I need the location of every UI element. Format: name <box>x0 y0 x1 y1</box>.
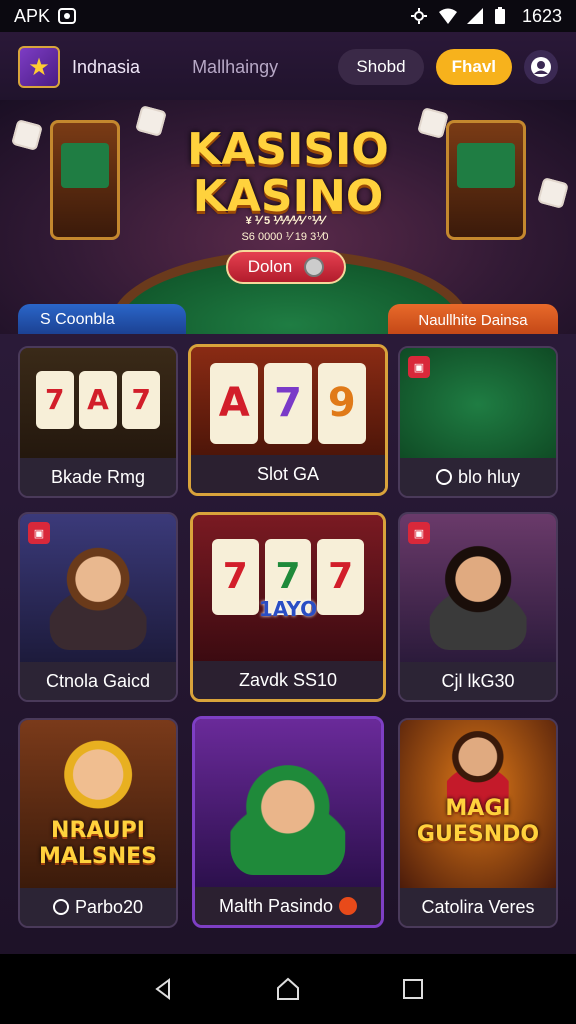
game-card-label: Malth Pasindo <box>195 887 381 925</box>
game-card[interactable]: 7 7 7 1AYO Zavdk SS10 <box>190 512 386 702</box>
game-card-label-text: Parbo20 <box>74 896 144 917</box>
game-card-label: Zavdk SS10 <box>193 661 383 699</box>
primary-action-button[interactable]: Fhavl <box>435 49 512 85</box>
poster-line1: NRAUPI <box>51 818 145 843</box>
slot-reel: 7 <box>35 370 74 430</box>
game-card[interactable]: Malth Pasindo <box>192 716 384 928</box>
poster-line2: MALSNES <box>38 844 158 869</box>
game-card-label: Catolira Veres <box>400 888 556 926</box>
game-card-art: A 7 9 <box>191 347 385 463</box>
coin-icon <box>304 257 325 277</box>
game-card[interactable]: 7 A 7 Bkade Rmg <box>18 346 178 498</box>
game-card-label-text: blo hluy <box>457 466 521 487</box>
game-card-art <box>195 719 381 893</box>
hot-badge-icon: ▣ <box>28 522 50 544</box>
game-card-label: Cjl lkG30 <box>400 662 556 700</box>
game-card[interactable]: MAGI GUESNDO Catolira Veres <box>398 718 558 928</box>
app-logo[interactable]: ★ <box>18 46 60 88</box>
game-card-art: NRAUPI MALSNES <box>20 720 176 892</box>
dice-decoration <box>537 177 569 209</box>
battery-icon <box>494 7 512 25</box>
game-card-label-text: Malth Pasindo <box>218 895 334 916</box>
game-card-art: 7 7 7 1AYO <box>193 515 383 667</box>
slot-reel: 7 <box>122 370 161 430</box>
home-icon[interactable] <box>268 969 308 1009</box>
poster-line2: GUESNDO <box>416 822 540 847</box>
game-card-label: Ctnola Gaicd <box>20 662 176 700</box>
game-card-art: MAGI GUESNDO <box>400 720 556 892</box>
slot-reel: A <box>210 363 258 444</box>
banner-subtitle: ¥ ⅟ 5 ⅟⅟⅟⅟⅟ °⅟⅟ <box>245 215 325 227</box>
game-card-label: Slot GA <box>191 455 385 493</box>
game-card[interactable]: NRAUPI MALSNES Parbo20 <box>18 718 178 928</box>
top-nav: ★ Indnasia Mallhaingy Shobd Fhavl <box>0 32 576 102</box>
game-card-label: Bkade Rmg <box>20 458 176 496</box>
shop-button[interactable]: Shobd <box>338 49 424 85</box>
poster-line1: MAGI <box>445 796 511 821</box>
region-label[interactable]: Indnasia <box>72 57 140 78</box>
game-card-label: Parbo20 <box>20 888 176 926</box>
user-icon[interactable] <box>524 50 558 84</box>
flame-icon <box>339 897 358 915</box>
game-card-label: blo hluy <box>400 458 556 496</box>
wifi-icon <box>438 7 457 25</box>
system-navbar <box>0 954 576 1024</box>
chip-icon <box>435 469 452 485</box>
game-card-art: ▣ <box>20 514 176 666</box>
game-card[interactable]: ▣ blo hluy <box>398 346 558 498</box>
chip-icon <box>52 899 69 915</box>
status-time: 1623 <box>521 5 562 26</box>
hot-badge-icon: ▣ <box>408 522 430 544</box>
game-card-art: ▣ <box>400 514 556 666</box>
banner-title: KASISIO KASINO <box>150 126 426 220</box>
dice-decoration <box>11 119 43 151</box>
slot-machine-decoration <box>50 120 120 240</box>
hot-badge-icon: ▣ <box>408 356 430 378</box>
slot-tag: 1AYO <box>258 597 318 621</box>
back-icon[interactable] <box>143 969 183 1009</box>
banner-subtitle-2: S6 0000 ⅟ 19 3⅟0 <box>241 231 329 243</box>
game-card[interactable]: A 7 9 Slot GA <box>188 344 388 496</box>
slot-reel: 7 <box>264 363 312 444</box>
status-left-label: APK <box>14 5 51 26</box>
banner-button[interactable]: Dolon <box>226 250 346 284</box>
game-card[interactable]: ▣ Ctnola Gaicd <box>18 512 178 702</box>
settings-icon <box>410 7 428 25</box>
tab-left[interactable]: S Coonbla <box>18 304 186 336</box>
game-card-art: ▣ <box>400 348 556 462</box>
game-card-art: 7 A 7 <box>20 348 176 462</box>
recents-icon[interactable] <box>393 969 433 1009</box>
notification-icon <box>58 7 77 25</box>
slot-machine-decoration <box>446 120 526 240</box>
tab-right[interactable]: Naullhite Dainsa <box>388 304 558 336</box>
nav-menu-item[interactable]: Mallhaingy <box>192 57 278 78</box>
signal-icon <box>466 7 484 25</box>
banner-button-label: Dolon <box>247 257 293 276</box>
slot-reel: A <box>78 370 118 430</box>
banner-title-line1: KASISIO <box>187 124 389 175</box>
slot-reel: 9 <box>317 363 366 444</box>
status-bar: APK 1623 <box>0 0 576 32</box>
game-card[interactable]: ▣ Cjl lkG30 <box>398 512 558 702</box>
